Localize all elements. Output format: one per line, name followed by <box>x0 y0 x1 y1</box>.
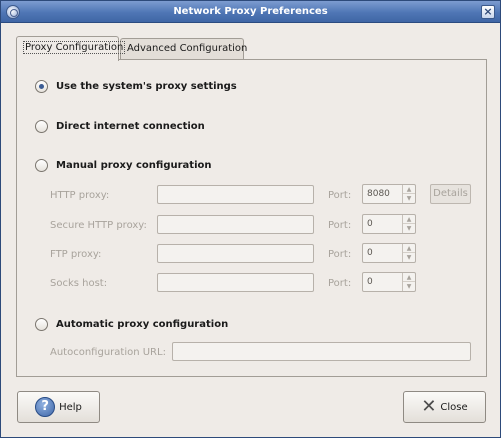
socks-port-value: 0 <box>367 277 373 287</box>
radio-manual-proxy[interactable] <box>35 158 48 172</box>
proxy-configuration-panel: Use the system's proxy settings Direct i… <box>16 59 487 377</box>
radio-direct-connection[interactable] <box>35 119 48 133</box>
http-port-spinner[interactable]: 8080 ▲ ▼ <box>362 184 416 204</box>
radio-system-proxy[interactable] <box>35 79 48 93</box>
secure-port-label: Port: <box>328 220 352 231</box>
help-button[interactable]: ? Help <box>17 391 100 423</box>
ftp-port-label: Port: <box>328 249 352 260</box>
help-button-label: Help <box>59 401 82 413</box>
spin-up-icon[interactable]: ▲ <box>403 244 415 253</box>
spin-down-icon[interactable]: ▼ <box>403 224 415 233</box>
autoconfiguration-url-label: Autoconfiguration URL: <box>50 347 166 358</box>
details-button[interactable]: Details <box>430 184 471 204</box>
secure-port-value: 0 <box>367 219 373 229</box>
spin-up-icon[interactable]: ▲ <box>403 273 415 282</box>
window-close-icon[interactable]: × <box>481 5 495 19</box>
radio-automatic-proxy[interactable] <box>35 317 48 331</box>
close-button[interactable]: ✕ Close <box>403 391 486 423</box>
option-system-proxy[interactable]: Use the system's proxy settings <box>35 78 237 94</box>
tab-proxy-configuration[interactable]: Proxy Configuration <box>16 36 126 61</box>
secure-http-proxy-input[interactable] <box>157 215 314 234</box>
close-button-label: Close <box>440 401 468 413</box>
help-icon: ? <box>35 397 56 417</box>
ftp-port-spinner[interactable]: 0 ▲ ▼ <box>362 243 416 263</box>
http-proxy-label: HTTP proxy: <box>50 190 110 201</box>
option-label: Automatic proxy configuration <box>56 318 229 330</box>
option-label: Use the system's proxy settings <box>56 80 237 92</box>
secure-port-spinner[interactable]: 0 ▲ ▼ <box>362 214 416 234</box>
window-title: Network Proxy Preferences <box>173 6 328 17</box>
socks-port-spinner[interactable]: 0 ▲ ▼ <box>362 272 416 292</box>
socks-port-label: Port: <box>328 278 352 289</box>
http-proxy-input[interactable] <box>157 185 314 204</box>
socks-host-label: Socks host: <box>50 278 108 289</box>
spin-up-icon[interactable]: ▲ <box>403 215 415 224</box>
ftp-proxy-label: FTP proxy: <box>50 249 102 260</box>
tab-label: Advanced Configuration <box>127 43 248 54</box>
option-label: Direct internet connection <box>56 120 205 132</box>
socks-host-input[interactable] <box>157 273 314 292</box>
tab-label: Proxy Configuration <box>23 41 126 54</box>
http-port-value: 8080 <box>367 189 390 199</box>
tab-advanced-configuration[interactable]: Advanced Configuration <box>120 38 248 60</box>
spin-down-icon[interactable]: ▼ <box>403 253 415 262</box>
ftp-port-value: 0 <box>367 248 373 258</box>
spin-down-icon[interactable]: ▼ <box>403 282 415 291</box>
autoconfiguration-url-input[interactable] <box>172 342 471 361</box>
option-manual-proxy[interactable]: Manual proxy configuration <box>35 157 212 173</box>
http-port-label: Port: <box>328 190 352 201</box>
option-automatic-proxy[interactable]: Automatic proxy configuration <box>35 316 228 332</box>
spin-up-icon[interactable]: ▲ <box>403 185 415 194</box>
option-label: Manual proxy configuration <box>56 159 212 171</box>
option-direct-connection[interactable]: Direct internet connection <box>35 118 205 134</box>
spinner-buttons: ▲ ▼ <box>402 185 415 203</box>
secure-http-proxy-label: Secure HTTP proxy: <box>50 220 147 231</box>
ftp-proxy-input[interactable] <box>157 244 314 263</box>
close-icon: ✕ <box>421 396 437 417</box>
spinner-buttons: ▲ ▼ <box>402 273 415 291</box>
proxy-preferences-window: Network Proxy Preferences × Proxy Config… <box>0 0 501 438</box>
spinner-buttons: ▲ ▼ <box>402 215 415 233</box>
title-bar[interactable]: Network Proxy Preferences × <box>1 1 500 23</box>
spin-down-icon[interactable]: ▼ <box>403 194 415 203</box>
spinner-buttons: ▲ ▼ <box>402 244 415 262</box>
